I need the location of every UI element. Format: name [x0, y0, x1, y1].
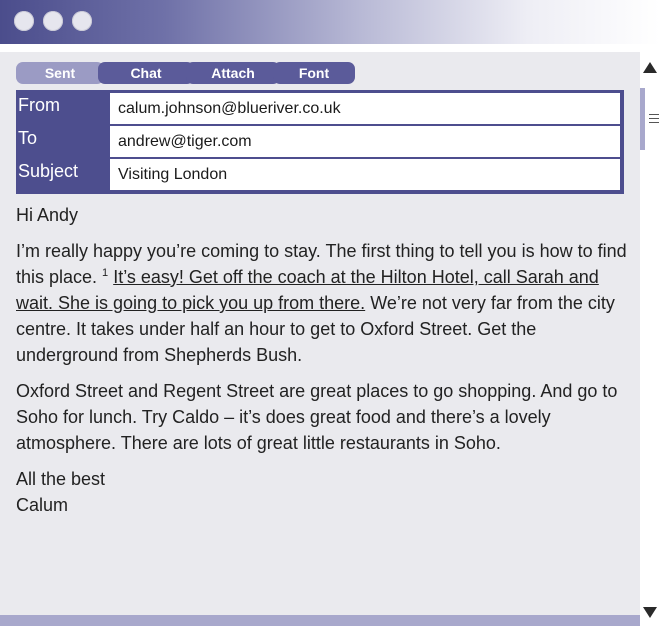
from-label: From: [18, 95, 60, 115]
to-row: To andrew@tiger.com: [16, 126, 624, 157]
title-bar[interactable]: [0, 0, 660, 44]
triangle-up-icon[interactable]: [643, 62, 657, 73]
message-pane: Sent Chat Attach Font From calum.johnson…: [0, 52, 640, 615]
tab-font[interactable]: Font: [273, 62, 355, 84]
subject-row: Subject Visiting London: [16, 159, 624, 190]
signoff-block: All the best Calum: [16, 466, 634, 518]
triangle-down-icon[interactable]: [643, 607, 657, 618]
scroll-thumb[interactable]: [640, 88, 660, 150]
grip-line: [649, 118, 659, 119]
message-body[interactable]: Hi Andy I’m really happy you’re coming t…: [16, 202, 634, 528]
footnote-marker: 1: [102, 267, 109, 279]
close-window-icon[interactable]: [14, 11, 34, 31]
tab-chat[interactable]: Chat: [98, 62, 194, 84]
to-field[interactable]: andrew@tiger.com: [110, 126, 620, 157]
to-label: To: [18, 128, 38, 148]
tab-attach[interactable]: Attach: [186, 62, 280, 84]
maximize-window-icon[interactable]: [72, 11, 92, 31]
grip-line: [649, 122, 659, 123]
signature: Calum: [16, 495, 69, 515]
grip-line: [649, 114, 659, 115]
paragraph-2: Oxford Street and Regent Street are grea…: [16, 381, 618, 453]
subject-field[interactable]: Visiting London: [110, 159, 620, 190]
email-header: From calum.johnson@blueriver.co.uk To an…: [16, 90, 624, 194]
greeting: Hi Andy: [16, 205, 79, 225]
from-row: From calum.johnson@blueriver.co.uk: [16, 93, 624, 124]
tab-sent[interactable]: Sent: [16, 62, 104, 84]
from-field[interactable]: calum.johnson@blueriver.co.uk: [110, 93, 620, 124]
signoff: All the best: [16, 469, 106, 489]
toolbar-tabs: Sent Chat Attach Font: [16, 62, 355, 84]
subject-label: Subject: [18, 161, 79, 181]
vertical-scrollbar[interactable]: [640, 52, 660, 626]
minimize-window-icon[interactable]: [43, 11, 63, 31]
footer-bar: [0, 615, 640, 626]
email-window: Sent Chat Attach Font From calum.johnson…: [0, 0, 660, 626]
paragraph-1: I’m really happy you’re coming to stay. …: [16, 238, 634, 368]
